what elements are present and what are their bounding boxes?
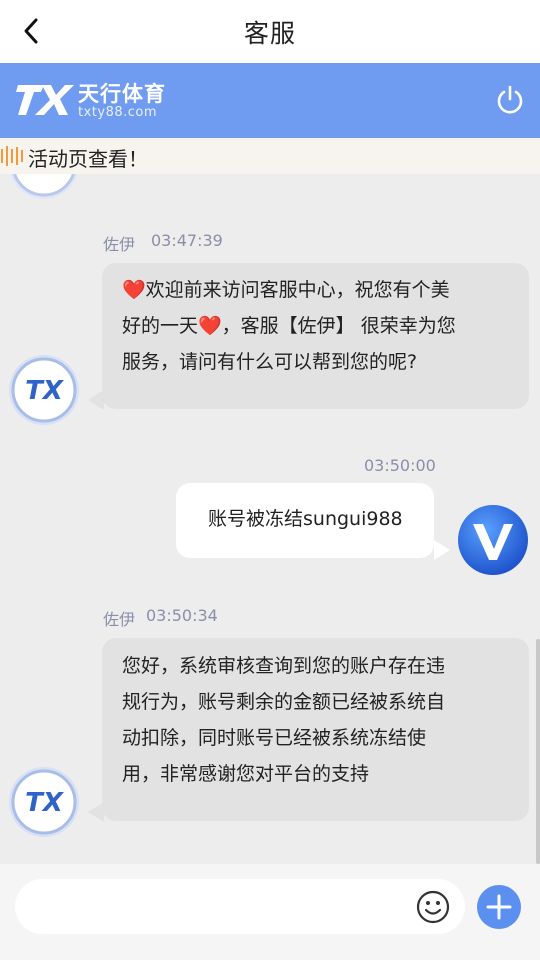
message-bubble-agent: 您好，系统审核查询到您的账户存在违 规行为，账号剩余的金额已经被系统自 动扣除，… bbox=[102, 638, 529, 821]
message-line: 账号被冻结sungui988 bbox=[208, 508, 403, 530]
svg-text:TX: TX bbox=[25, 376, 65, 406]
message-line: 您好，系统审核查询到您的账户存在违 bbox=[122, 655, 446, 677]
sender-name: 佐伊 bbox=[103, 610, 136, 629]
message-time: 03:47:39 bbox=[151, 231, 223, 250]
message-time: 03:50:00 bbox=[364, 456, 436, 475]
message-line: 动扣除，同时账号已经被系统冻结使 bbox=[122, 727, 427, 749]
message-line: 规行为，账号剩余的金额已经被系统自 bbox=[122, 691, 446, 713]
brand-name: 天行体育 bbox=[78, 82, 166, 106]
user-avatar bbox=[457, 504, 529, 576]
chat-scrollbar[interactable] bbox=[536, 639, 540, 864]
power-icon[interactable] bbox=[494, 84, 526, 116]
message-line: 好的一天❤️，客服【佐伊】 很荣幸为您 bbox=[122, 315, 456, 337]
sender-name: 佐伊 bbox=[103, 235, 136, 254]
bubble-tail bbox=[434, 540, 450, 560]
message-line: ❤️欢迎前来访问客服中心，祝您有个美 bbox=[122, 279, 450, 301]
plus-icon bbox=[486, 894, 512, 920]
svg-text:TX: TX bbox=[25, 788, 65, 818]
back-arrow-icon[interactable] bbox=[18, 16, 44, 46]
agent-avatar: TX bbox=[8, 766, 80, 838]
page-title: 客服 bbox=[243, 18, 296, 48]
message-line: 用，非常感谢您对平台的支持 bbox=[122, 763, 370, 785]
message-bubble-agent: ❤️欢迎前来访问客服中心，祝您有个美 好的一天❤️，客服【佐伊】 很荣幸为您 服… bbox=[102, 263, 529, 409]
chat-area[interactable]: 佐伊 03:47:39 ❤️欢迎前来访问客服中心，祝您有个美 好的一天❤️，客服… bbox=[0, 174, 540, 864]
title-bar: 客服 bbox=[0, 0, 540, 63]
agent-avatar: TX bbox=[8, 354, 80, 426]
brand-logo-icon bbox=[16, 85, 74, 115]
agent-avatar bbox=[8, 174, 80, 200]
speaker-icon bbox=[1, 146, 23, 166]
message-time: 03:50:34 bbox=[146, 606, 218, 625]
marquee-text: 活动页查看！ bbox=[28, 147, 148, 171]
message-line: 服务，请问有什么可以帮到您的呢? bbox=[122, 351, 418, 373]
brand-url: txty88.com bbox=[78, 105, 158, 120]
bubble-tail bbox=[88, 390, 104, 410]
message-bubble-user: 账号被冻结sungui988 bbox=[176, 483, 434, 558]
message-input[interactable] bbox=[15, 879, 465, 934]
smiley-icon[interactable] bbox=[416, 890, 450, 924]
notice-marquee: 活动页查看！ bbox=[0, 138, 540, 174]
bubble-tail bbox=[88, 802, 104, 822]
input-bar bbox=[0, 864, 540, 960]
add-button[interactable] bbox=[477, 885, 521, 929]
